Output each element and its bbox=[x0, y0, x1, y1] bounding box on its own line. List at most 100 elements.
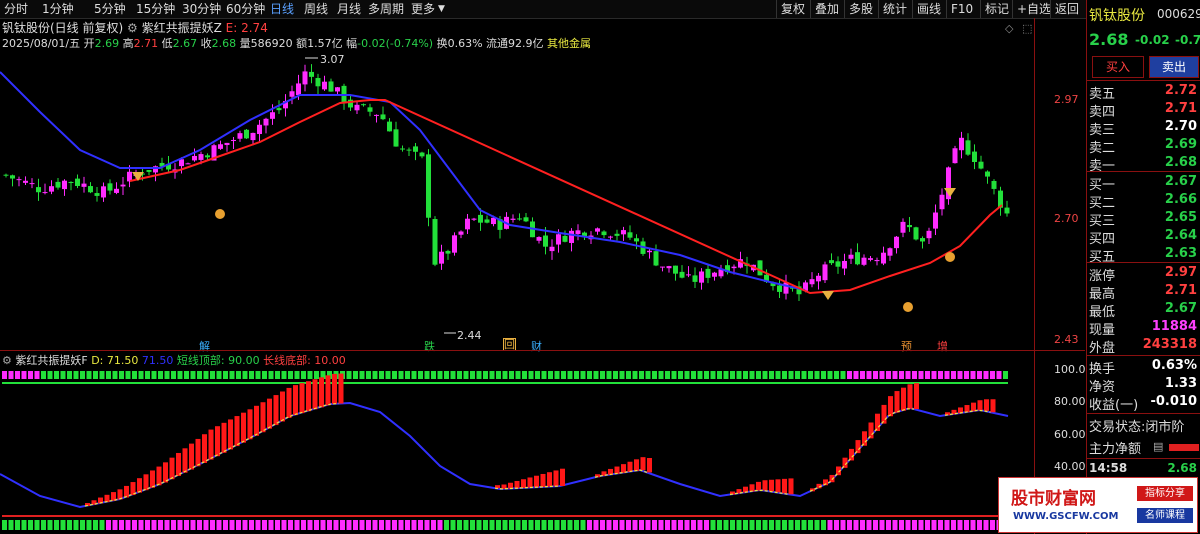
signal-strip-bottom bbox=[431, 520, 436, 530]
signal-strip-bottom bbox=[106, 520, 111, 530]
candle-body bbox=[478, 214, 483, 223]
btn-stats[interactable]: 统计 bbox=[878, 0, 911, 18]
tab-monthly[interactable]: 月线 bbox=[337, 0, 361, 18]
candle-body bbox=[36, 187, 41, 193]
extra-value: 1.33 bbox=[1164, 376, 1197, 391]
candle-body bbox=[198, 154, 204, 160]
candlestick-chart[interactable] bbox=[0, 50, 1035, 350]
btn-fuquan[interactable]: 复权 bbox=[776, 0, 809, 18]
oscillator-bar bbox=[875, 413, 880, 431]
sub-tick-40: 40.00 bbox=[1054, 460, 1086, 473]
signal-strip-top bbox=[21, 371, 27, 379]
candle-body bbox=[634, 238, 639, 242]
oscillator-bar bbox=[156, 466, 162, 486]
tab-daily[interactable]: 日线 bbox=[270, 0, 294, 18]
buy-button[interactable]: 买入 bbox=[1092, 56, 1144, 78]
signal-strip-bottom bbox=[697, 520, 703, 530]
candle-body bbox=[419, 152, 425, 157]
signal-strip-bottom bbox=[554, 520, 560, 530]
signal-strip-bottom bbox=[957, 520, 963, 530]
signal-strip-bottom bbox=[736, 520, 742, 530]
tab-5min[interactable]: 5分钟 bbox=[94, 0, 126, 18]
tab-more[interactable]: 更多 bbox=[411, 0, 435, 18]
candle-body bbox=[62, 180, 67, 190]
signal-strip-top bbox=[639, 371, 644, 379]
signal-strip-top bbox=[411, 371, 417, 379]
oscillator-chart[interactable] bbox=[0, 366, 1035, 534]
btn-mark[interactable]: 标记 bbox=[980, 0, 1013, 18]
oscillator-bar bbox=[312, 379, 318, 410]
oscillator-bar bbox=[901, 387, 906, 411]
candle-body bbox=[393, 129, 399, 147]
tab-60min[interactable]: 60分钟 bbox=[226, 0, 265, 18]
tab-15min[interactable]: 15分钟 bbox=[136, 0, 175, 18]
signal-strip-bottom bbox=[548, 520, 553, 530]
tab-fenshi[interactable]: 分时 bbox=[4, 0, 28, 18]
candle-body bbox=[809, 279, 815, 285]
candle-body bbox=[328, 81, 334, 92]
signal-strip-top bbox=[67, 371, 72, 379]
oscillator-bar bbox=[150, 470, 155, 488]
candle-body bbox=[3, 174, 9, 176]
tab-30min[interactable]: 30分钟 bbox=[182, 0, 221, 18]
candle-body bbox=[699, 271, 704, 283]
signal-strip-bottom bbox=[327, 520, 332, 530]
signal-strip-bottom bbox=[684, 520, 690, 530]
candle-body bbox=[978, 161, 984, 169]
signal-strip-top bbox=[821, 371, 826, 379]
extra-row: 换手 0.63% bbox=[1089, 358, 1199, 377]
candle-body bbox=[484, 219, 490, 223]
oscillator-bar bbox=[241, 412, 246, 443]
signal-strip-top bbox=[847, 371, 852, 379]
candle-body bbox=[179, 159, 184, 167]
tab-1min[interactable]: 1分钟 bbox=[42, 0, 74, 18]
signal-strip-top bbox=[587, 371, 592, 379]
signal-strip-top bbox=[580, 371, 586, 379]
signal-strip-top bbox=[769, 371, 774, 379]
signal-strip-top bbox=[184, 371, 189, 379]
oscillator-bar bbox=[553, 470, 559, 487]
chevron-down-icon[interactable]: ▼ bbox=[438, 0, 445, 18]
btn-add-watch[interactable]: +自选 bbox=[1012, 0, 1055, 18]
tab-weekly[interactable]: 周线 bbox=[304, 0, 328, 18]
float-value: 92.9亿 bbox=[508, 37, 544, 50]
btn-multi-stock[interactable]: 多股 bbox=[844, 0, 877, 18]
tab-multi-period[interactable]: 多周期 bbox=[368, 0, 404, 18]
divider bbox=[1087, 262, 1200, 263]
signal-strip-bottom bbox=[795, 520, 800, 530]
btn-back[interactable]: 返回 bbox=[1050, 0, 1083, 18]
candle-body bbox=[614, 233, 620, 236]
expand-icon[interactable]: ⬚ bbox=[1022, 22, 1032, 35]
signal-strip-top bbox=[8, 371, 14, 379]
btn-overlay[interactable]: 叠加 bbox=[810, 0, 843, 18]
candle-body bbox=[361, 104, 366, 106]
candle-body bbox=[556, 234, 561, 245]
signal-strip-top bbox=[795, 371, 800, 379]
signal-strip-bottom bbox=[853, 520, 859, 530]
oscillator-bar bbox=[540, 473, 546, 487]
signal-strip-top bbox=[782, 371, 787, 379]
signal-strip-top bbox=[1003, 371, 1008, 379]
stat-row: 最高 2.71 bbox=[1089, 283, 1199, 302]
main-net-label[interactable]: 主力净额 bbox=[1089, 438, 1141, 457]
gear-icon[interactable]: ⚙ bbox=[127, 21, 138, 35]
signal-strip-top bbox=[281, 371, 287, 379]
divider bbox=[1087, 413, 1200, 414]
candle-body bbox=[101, 186, 106, 198]
btn-draw[interactable]: 画线 bbox=[912, 0, 945, 18]
candle-body bbox=[985, 171, 990, 177]
signal-strip-top bbox=[749, 371, 755, 379]
signal-strip-top bbox=[431, 371, 436, 379]
diamond-icon[interactable]: ◇ bbox=[1005, 22, 1013, 35]
indicator-name[interactable]: 紫红共振提妖Z bbox=[142, 21, 222, 35]
signal-strip-bottom bbox=[619, 520, 625, 530]
price-tick-243: 2.43 bbox=[1054, 333, 1079, 346]
signal-strip-bottom bbox=[912, 520, 917, 530]
sell-button[interactable]: 卖出 bbox=[1149, 56, 1199, 78]
signal-strip-top bbox=[814, 371, 820, 379]
list-icon[interactable]: ▤ bbox=[1153, 440, 1163, 453]
btn-f10[interactable]: F10 bbox=[946, 0, 977, 18]
signal-strip-top bbox=[106, 371, 111, 379]
stock-name: 钒钛股份 bbox=[1089, 8, 1145, 24]
candle-body bbox=[816, 275, 821, 282]
